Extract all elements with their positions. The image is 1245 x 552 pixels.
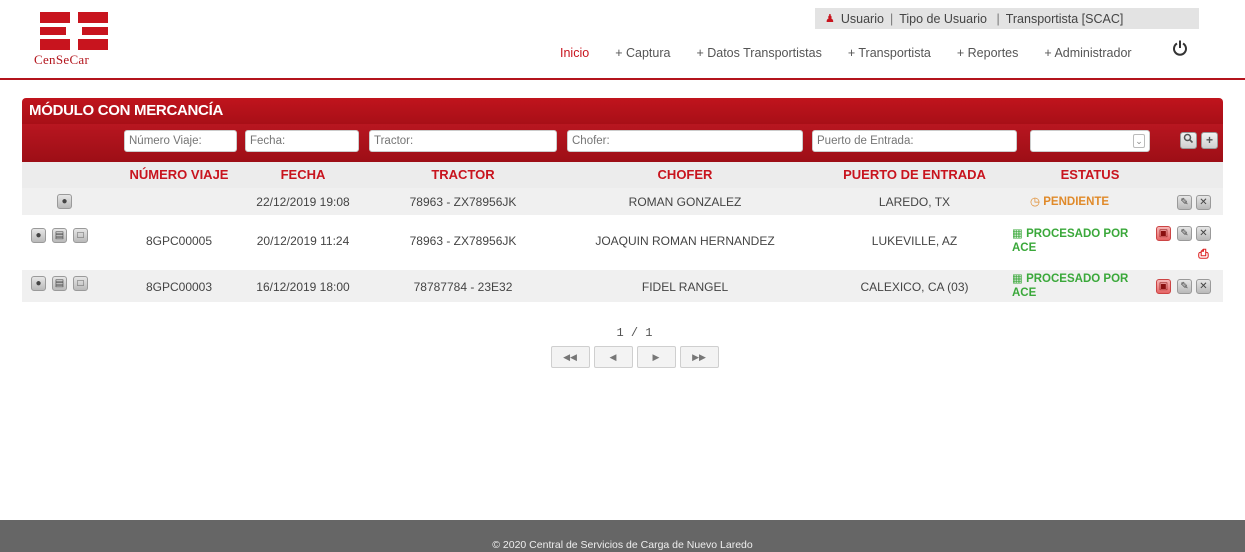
nav-datos-transportistas[interactable]: + Datos Transportistas [696,46,821,60]
prev-page-icon: ◀ [609,352,617,362]
main-nav: Inicio + Captura + Datos Transportistas … [560,40,1187,62]
nav-captura[interactable]: + Captura [615,46,670,60]
edit-icon[interactable]: ✎ [1177,226,1192,241]
numero-viaje-filter[interactable] [124,130,237,152]
footer: © 2020 Central de Servicios de Carga de … [0,520,1245,552]
logo-text: CenSeCar [34,52,90,67]
document-icon[interactable]: ▤ [52,228,67,243]
cancel-folder-icon[interactable]: ▣ [1156,226,1171,241]
last-page-button[interactable]: ▶▶ [679,346,719,368]
power-icon[interactable] [1171,39,1189,57]
numero-viaje-cell: 8GPC00003 [145,280,213,294]
plus-icon: + [1205,133,1213,147]
clock-icon: ◷ [1030,196,1041,208]
status-badge: ▦ PROCESADO POR ACE [1012,228,1129,254]
fecha-cell: 22/12/2019 19:08 [256,195,350,209]
pdf-file-icon[interactable]: □ [73,276,88,291]
user-role-label: Tipo de Usuario [899,11,987,26]
col-tractor[interactable]: TRACTOR [369,162,557,188]
chofer-filter[interactable] [567,130,803,152]
prev-page-button[interactable]: ◀ [593,346,633,368]
first-page-icon: ◀◀ [563,352,577,362]
delete-icon[interactable]: ✕ [1196,195,1211,210]
puerto-cell: LUKEVILLE, AZ [871,234,958,248]
username: Usuario [840,11,884,26]
table-header: NÚMERO VIAJE FECHA TRACTOR CHOFER PUERTO… [22,162,1223,188]
search-button[interactable] [1180,132,1197,149]
edit-icon[interactable]: ✎ [1177,195,1192,210]
table-row: ● ▤ □ 8GPC00003 16/12/2019 18:00 7878778… [22,270,1223,303]
edit-icon[interactable]: ✎ [1177,279,1192,294]
pdf-icon[interactable]: ⎙ [1196,247,1211,262]
chofer-cell: JOAQUIN ROMAN HERNANDEZ [595,234,775,248]
col-numero-viaje[interactable]: NÚMERO VIAJE [120,162,238,188]
col-fecha[interactable]: FECHA [246,162,360,188]
view-icon[interactable]: ● [31,276,46,291]
col-puerto[interactable]: PUERTO DE ENTRADA [812,162,1017,188]
fecha-filter[interactable] [245,130,359,152]
module-title: MÓDULO CON MERCANCÍA [22,98,1223,124]
view-icon[interactable]: ● [31,228,46,243]
nav-administrador[interactable]: + Administrador [1044,46,1131,60]
copyright-text: © 2020 Central de Servicios de Carga de … [492,539,753,551]
status-badge: ▦ PROCESADO POR ACE [1012,273,1129,299]
fecha-cell: 20/12/2019 11:24 [256,234,350,248]
nav-reportes[interactable]: + Reportes [957,46,1019,60]
status-badge: ◷ PENDIENTE [1030,196,1110,208]
chevron-down-icon: ⌄ [1133,134,1145,148]
cancel-folder-icon[interactable]: ▣ [1156,279,1171,294]
header: CenSeCar ♟ Usuario | Tipo de Usuario | T… [0,0,1245,80]
user-bar: ♟ Usuario | Tipo de Usuario | Transporti… [815,8,1199,29]
col-estatus[interactable]: ESTATUS [1030,162,1150,188]
add-button[interactable]: + [1201,132,1218,149]
pdf-file-icon[interactable]: □ [73,228,88,243]
document-icon[interactable]: ▤ [52,276,67,291]
delete-icon[interactable]: ✕ [1196,279,1211,294]
puerto-cell: LAREDO, TX [878,195,951,209]
page-indicator: 1 / 1 [616,326,653,340]
processed-icon: ▦ [1012,273,1023,285]
separator: | [889,11,894,26]
numero-viaje-cell: 8GPC00005 [145,234,213,248]
last-page-icon: ▶▶ [692,352,706,362]
tractor-filter[interactable] [369,130,557,152]
user-type: Transportista [SCAC] [1005,11,1124,26]
search-icon [1183,133,1194,144]
chofer-cell: FIDEL RANGEL [641,280,729,294]
first-page-button[interactable]: ◀◀ [550,346,590,368]
nav-transportista[interactable]: + Transportista [848,46,931,60]
table-row: ● 22/12/2019 19:08 78963 - ZX78956JK ROM… [22,188,1223,216]
user-icon: ♟ [825,13,835,25]
filter-bar: ⌄ + [22,124,1223,162]
fecha-cell: 16/12/2019 18:00 [256,280,350,294]
next-page-button[interactable]: ▶ [636,346,676,368]
view-icon[interactable]: ● [57,194,72,209]
separator: | [992,11,1000,26]
puerto-cell: CALEXICO, CA (03) [860,280,969,294]
puerto-filter[interactable] [812,130,1017,152]
chofer-cell: ROMAN GONZALEZ [628,195,742,209]
pagination: 1 / 1 ◀◀ ◀ ▶ ▶▶ [547,322,722,368]
logo-mark-icon [40,12,108,50]
table-row: ● ▤ □ 8GPC00005 20/12/2019 11:24 78963 -… [22,216,1223,270]
module-con-mercancia: MÓDULO CON MERCANCÍA ⌄ + NÚMERO VIAJE FE… [22,98,1223,303]
estatus-select[interactable]: ⌄ [1030,130,1150,152]
tractor-cell: 78963 - ZX78956JK [409,234,517,248]
next-page-icon: ▶ [652,352,660,362]
censecar-logo[interactable]: CenSeCar [30,12,120,70]
tractor-cell: 78787784 - 23E32 [413,280,513,294]
nav-inicio[interactable]: Inicio [560,46,589,60]
processed-icon: ▦ [1012,228,1023,240]
delete-icon[interactable]: ✕ [1196,226,1211,241]
col-chofer[interactable]: CHOFER [567,162,803,188]
tractor-cell: 78963 - ZX78956JK [409,195,517,209]
